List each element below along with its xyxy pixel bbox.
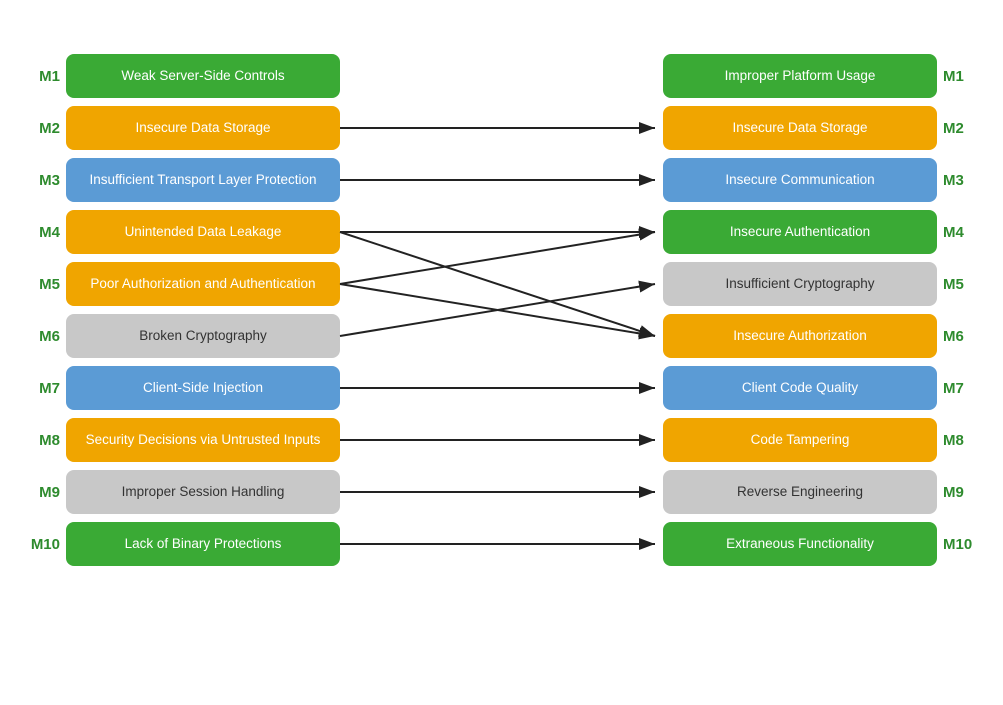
left-item-1: M1 Weak Server-Side Controls [30, 54, 340, 98]
right-item-6: Insecure Authorization M6 [663, 314, 973, 358]
right-label-6: M6 [943, 328, 973, 345]
page: M1 Weak Server-Side Controls M2 Insecure… [0, 0, 1003, 705]
right-box-10: Extraneous Functionality [663, 522, 937, 566]
left-label-3: M3 [30, 172, 60, 189]
right-item-2: Insecure Data Storage M2 [663, 106, 973, 150]
right-item-1: Improper Platform Usage M1 [663, 54, 973, 98]
left-label-5: M5 [30, 276, 60, 293]
left-label-7: M7 [30, 380, 60, 397]
right-item-7: Client Code Quality M7 [663, 366, 973, 410]
right-label-7: M7 [943, 380, 973, 397]
left-box-8: Security Decisions via Untrusted Inputs [66, 418, 340, 462]
right-column: Improper Platform Usage M1 Insecure Data… [663, 54, 973, 614]
right-label-8: M8 [943, 432, 973, 449]
right-box-7: Client Code Quality [663, 366, 937, 410]
left-label-8: M8 [30, 432, 60, 449]
right-item-4: Insecure Authentication M4 [663, 210, 973, 254]
left-item-6: M6 Broken Cryptography [30, 314, 340, 358]
left-item-2: M2 Insecure Data Storage [30, 106, 340, 150]
right-label-4: M4 [943, 224, 973, 241]
right-box-9: Reverse Engineering [663, 470, 937, 514]
left-item-9: M9 Improper Session Handling [30, 470, 340, 514]
left-item-4: M4 Unintended Data Leakage [30, 210, 340, 254]
left-item-3: M3 Insufficient Transport Layer Protecti… [30, 158, 340, 202]
left-box-6: Broken Cryptography [66, 314, 340, 358]
left-label-2: M2 [30, 120, 60, 137]
left-column: M1 Weak Server-Side Controls M2 Insecure… [30, 54, 340, 614]
left-box-2: Insecure Data Storage [66, 106, 340, 150]
left-box-7: Client-Side Injection [66, 366, 340, 410]
right-item-3: Insecure Communication M3 [663, 158, 973, 202]
left-item-5: M5 Poor Authorization and Authentication [30, 262, 340, 306]
left-box-5: Poor Authorization and Authentication [66, 262, 340, 306]
right-box-5: Insufficient Cryptography [663, 262, 937, 306]
left-box-4: Unintended Data Leakage [66, 210, 340, 254]
left-label-10: M10 [30, 536, 60, 553]
right-box-4: Insecure Authentication [663, 210, 937, 254]
right-item-8: Code Tampering M8 [663, 418, 973, 462]
right-label-9: M9 [943, 484, 973, 501]
left-box-10: Lack of Binary Protections [66, 522, 340, 566]
left-box-3: Insufficient Transport Layer Protection [66, 158, 340, 202]
right-label-3: M3 [943, 172, 973, 189]
left-label-4: M4 [30, 224, 60, 241]
left-box-1: Weak Server-Side Controls [66, 54, 340, 98]
left-item-7: M7 Client-Side Injection [30, 366, 340, 410]
right-item-9: Reverse Engineering M9 [663, 470, 973, 514]
right-label-2: M2 [943, 120, 973, 137]
right-label-5: M5 [943, 276, 973, 293]
right-item-5: Insufficient Cryptography M5 [663, 262, 973, 306]
right-item-10: Extraneous Functionality M10 [663, 522, 973, 566]
arrows-svg [340, 54, 663, 614]
left-item-8: M8 Security Decisions via Untrusted Inpu… [30, 418, 340, 462]
right-label-1: M1 [943, 68, 973, 85]
left-box-9: Improper Session Handling [66, 470, 340, 514]
right-box-3: Insecure Communication [663, 158, 937, 202]
left-item-10: M10 Lack of Binary Protections [30, 522, 340, 566]
left-label-9: M9 [30, 484, 60, 501]
right-box-2: Insecure Data Storage [663, 106, 937, 150]
left-label-6: M6 [30, 328, 60, 345]
left-label-1: M1 [30, 68, 60, 85]
right-label-10: M10 [943, 536, 973, 553]
right-box-8: Code Tampering [663, 418, 937, 462]
right-box-6: Insecure Authorization [663, 314, 937, 358]
right-box-1: Improper Platform Usage [663, 54, 937, 98]
